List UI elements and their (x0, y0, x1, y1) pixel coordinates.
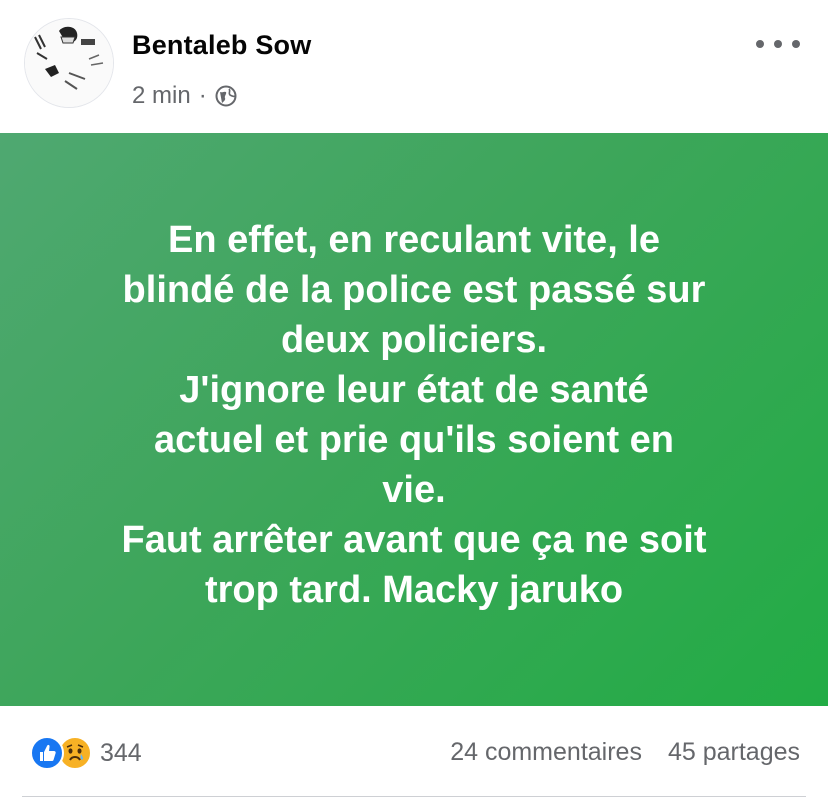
post-time[interactable]: 2 min (132, 82, 191, 110)
meta-separator: · (198, 82, 207, 109)
more-dot-icon (792, 40, 800, 48)
avatar[interactable] (24, 18, 114, 108)
author-name[interactable]: Bentaleb Sow (132, 30, 311, 61)
like-icon (30, 736, 64, 770)
post-text: En effet, en reculant vite, le blindé de… (121, 218, 707, 611)
post-meta: 2 min · (132, 82, 237, 110)
post-footer: 344 24 commentaires 45 partages (0, 706, 828, 797)
facebook-post: Bentaleb Sow 2 min · En effet, en recula… (0, 0, 828, 797)
more-options-button[interactable] (756, 30, 800, 58)
avatar-sketch-icon (25, 19, 113, 107)
post-header: Bentaleb Sow 2 min · (0, 0, 828, 133)
post-stats: 24 commentaires 45 partages (450, 738, 800, 767)
globe-icon (215, 85, 237, 107)
reaction-count: 344 (100, 738, 142, 767)
shares-count[interactable]: 45 partages (668, 738, 800, 767)
post-text-card[interactable]: En effet, en reculant vite, le blindé de… (0, 133, 828, 706)
more-dot-icon (774, 40, 782, 48)
comments-count[interactable]: 24 commentaires (450, 738, 642, 767)
more-dot-icon (756, 40, 764, 48)
reactions-summary[interactable]: 344 (30, 736, 142, 770)
